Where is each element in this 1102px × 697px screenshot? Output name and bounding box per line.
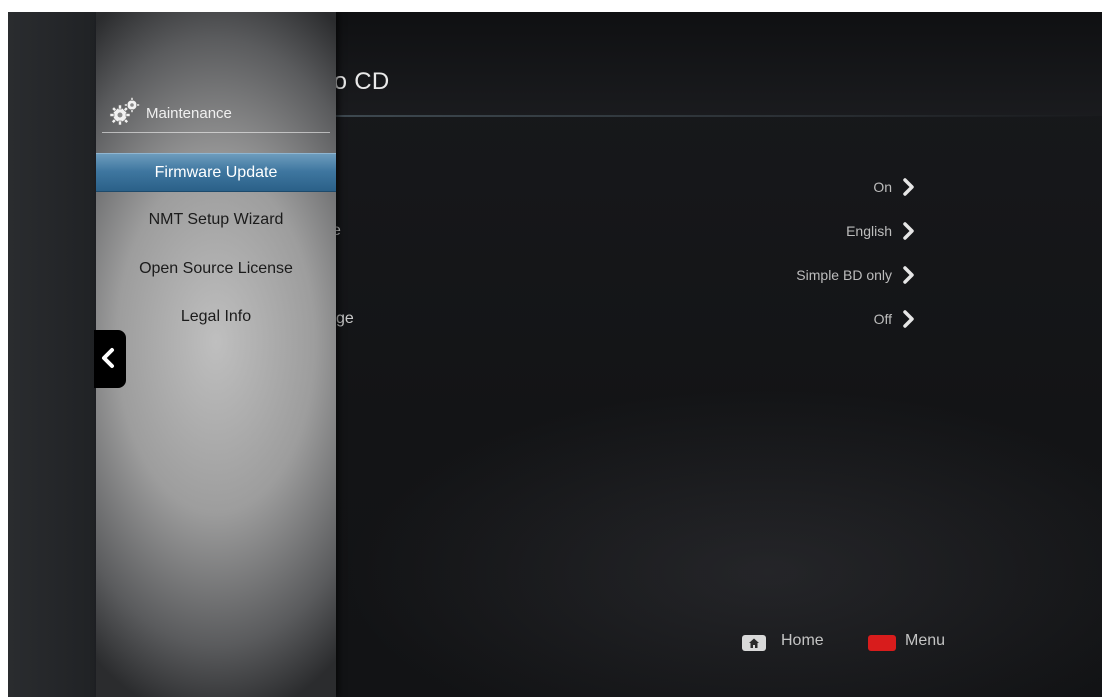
gears-icon: [109, 97, 140, 126]
home-key[interactable]: [742, 635, 766, 651]
setting-row[interactable]: On: [308, 174, 928, 202]
menu-item-firmware-update[interactable]: Firmware Update: [96, 153, 336, 192]
setting-value: Simple BD only: [796, 267, 892, 283]
title-divider: [308, 115, 1102, 117]
menu-item-open-source-license[interactable]: Open Source License: [96, 250, 336, 288]
chevron-right-icon: [903, 266, 914, 284]
chevron-left-icon: [102, 348, 114, 368]
setting-row[interactable]: e English: [308, 218, 928, 246]
setting-row[interactable]: ge Off: [308, 306, 928, 334]
menu-item-nmt-setup-wizard[interactable]: NMT Setup Wizard: [96, 201, 336, 239]
home-label: Home: [781, 632, 824, 649]
panel-title: Maintenance: [146, 105, 232, 122]
maintenance-side-panel: Maintenance Firmware Update NMT Setup Wi…: [96, 12, 336, 697]
chevron-right-icon: [903, 178, 914, 196]
setting-value: On: [873, 179, 892, 195]
page-title: io CD: [328, 68, 390, 95]
setting-row[interactable]: Simple BD only: [308, 262, 928, 290]
panel-header: Maintenance: [102, 94, 330, 133]
left-edge: [8, 12, 96, 697]
setting-value: Off: [873, 311, 892, 327]
setting-value: English: [846, 223, 892, 239]
menu-label: Menu: [905, 632, 946, 649]
chevron-right-icon: [903, 310, 914, 328]
setting-label: ge: [336, 310, 354, 327]
menu-key[interactable]: [868, 635, 896, 651]
collapse-panel-button[interactable]: [94, 330, 126, 388]
home-icon: [749, 638, 759, 648]
chevron-right-icon: [903, 222, 914, 240]
tv-screen: io CD On e English Simple BD only ge Off: [8, 12, 1102, 697]
menu-item-legal-info[interactable]: Legal Info: [96, 298, 336, 336]
